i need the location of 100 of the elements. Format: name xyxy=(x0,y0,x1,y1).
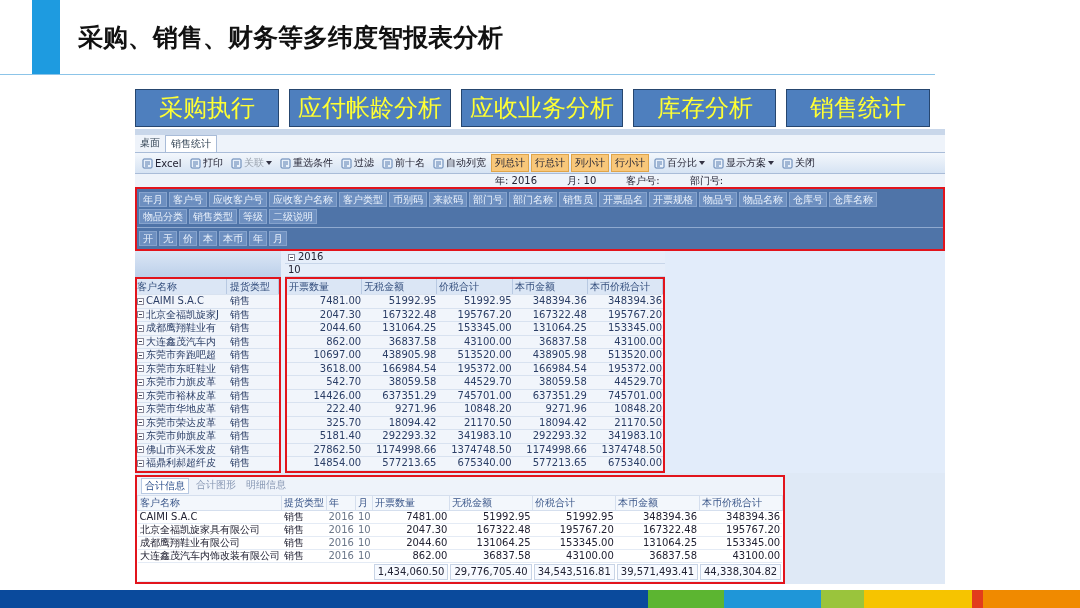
column-header[interactable]: 价税合计 xyxy=(437,279,513,294)
toolbar-button[interactable]: 过滤 xyxy=(337,155,377,171)
field-chip[interactable]: 应收客户名称 xyxy=(269,192,337,207)
collapse-icon[interactable] xyxy=(137,392,144,400)
collapse-icon[interactable] xyxy=(288,253,295,261)
tab[interactable]: 合计图形 xyxy=(193,477,239,494)
toolbar-button[interactable]: Excel xyxy=(139,156,185,170)
table-cell: 153345.00 xyxy=(532,536,616,549)
toolbar-button[interactable]: 重选条件 xyxy=(276,155,336,171)
field-chip[interactable]: 物品号 xyxy=(699,192,737,207)
table-cell: 大连鑫茂汽车内饰改装有限公司 xyxy=(137,549,282,562)
field-chip[interactable]: 客户号 xyxy=(169,192,207,207)
toolbar-button[interactable]: 自动列宽 xyxy=(429,155,489,171)
collapse-icon[interactable] xyxy=(137,419,144,427)
table-cell-text: 销售 xyxy=(229,308,251,321)
collapse-icon[interactable] xyxy=(137,432,144,440)
field-chip[interactable]: 应收客户号 xyxy=(209,192,267,207)
sheet-icon xyxy=(653,157,665,169)
field-chip[interactable]: 本 xyxy=(199,231,217,246)
field-chip[interactable]: 开票品名 xyxy=(599,192,647,207)
toolbar-button[interactable]: 显示方案 xyxy=(709,155,777,171)
field-chip[interactable]: 开 xyxy=(139,231,157,246)
field-chip[interactable]: 币别码 xyxy=(389,192,427,207)
field-chip[interactable]: 部门名称 xyxy=(509,192,557,207)
table-cell-text: 577213.65 xyxy=(531,457,588,470)
field-chip[interactable]: 无 xyxy=(159,231,177,246)
field-chip[interactable]: 等级 xyxy=(239,209,267,224)
slide-title: 采购、销售、财务等多纬度智报表分析 xyxy=(78,21,503,54)
tab[interactable]: 桌面 xyxy=(135,135,165,152)
row-field-header[interactable]: 提货类型 xyxy=(227,279,279,294)
collapse-icon[interactable] xyxy=(137,378,144,386)
toolbar-button[interactable]: 行总计 xyxy=(530,154,569,172)
table-cell-text: 153345.00 xyxy=(456,322,513,335)
field-chip[interactable]: 开票规格 xyxy=(649,192,697,207)
field-chip[interactable]: 月 xyxy=(269,231,287,246)
toolbar-button[interactable]: 列总计 xyxy=(490,154,529,172)
field-chip[interactable]: 价 xyxy=(179,231,197,246)
table-cell-text: 21170.50 xyxy=(613,416,663,429)
total-value: 34,543,516.81 xyxy=(533,563,615,580)
table-cell: 销售 xyxy=(281,549,327,562)
toolbar-button[interactable]: 百分比 xyxy=(650,155,708,171)
collapse-icon[interactable] xyxy=(137,297,144,305)
column-header[interactable]: 开票数量 xyxy=(287,279,363,294)
collapse-icon[interactable] xyxy=(137,311,144,319)
column-header[interactable]: 本币金额 xyxy=(512,279,588,294)
field-chip[interactable]: 仓库号 xyxy=(789,192,827,207)
table-cell: 成都鹰翔鞋业有限公司 xyxy=(137,536,282,549)
table-cell: CAIMI S.A.C xyxy=(137,510,282,523)
toolbar-button[interactable]: 关闭 xyxy=(778,155,818,171)
field-chip[interactable]: 部门号 xyxy=(469,192,507,207)
total-value: 1,434,060.50 xyxy=(373,563,449,580)
toolbar-button[interactable]: 行小计 xyxy=(610,154,649,172)
field-chip[interactable]: 物品分类 xyxy=(139,209,187,224)
collapse-icon[interactable] xyxy=(137,459,144,467)
field-chip[interactable]: 客户类型 xyxy=(339,192,387,207)
column-header[interactable]: 无税金额 xyxy=(362,279,438,294)
toolbar-button[interactable]: 列小计 xyxy=(570,154,609,172)
table-cell-text: 131064.25 xyxy=(531,322,588,335)
toolbar-button[interactable]: 打印 xyxy=(186,155,226,171)
collapse-icon[interactable] xyxy=(137,405,144,413)
tab[interactable]: 明细信息 xyxy=(243,477,289,494)
field-chip[interactable]: 销售类型 xyxy=(189,209,237,224)
field-chip[interactable]: 销售员 xyxy=(559,192,597,207)
field-chip[interactable]: 年月 xyxy=(139,192,167,207)
filter-text: 客户号: xyxy=(626,174,660,187)
table-cell-text: 675340.00 xyxy=(606,457,663,470)
field-chip[interactable]: 本币 xyxy=(219,231,247,246)
field-chip[interactable]: 二级说明 xyxy=(269,209,317,224)
table-cell-text: 577213.65 xyxy=(381,457,438,470)
row-field-header[interactable]: 客户名称 xyxy=(137,279,228,294)
collapse-icon[interactable] xyxy=(137,365,144,373)
tab[interactable]: 销售统计 xyxy=(165,135,217,152)
collapse-icon[interactable] xyxy=(137,446,144,454)
tab[interactable]: 合计信息 xyxy=(141,477,189,494)
table-cell: 10 xyxy=(355,549,373,562)
toolbar-button[interactable]: 前十名 xyxy=(378,155,428,171)
field-chip[interactable]: 年 xyxy=(249,231,267,246)
table-cell-text: 3618.00 xyxy=(318,362,363,375)
field-chip[interactable]: 仓库名称 xyxy=(829,192,877,207)
column-header: 本币价税合计 xyxy=(699,495,783,510)
collapse-icon[interactable] xyxy=(137,351,144,359)
caret-icon xyxy=(698,161,705,165)
field-chip[interactable]: 来款码 xyxy=(429,192,467,207)
table-cell-text: 1374748.50 xyxy=(600,443,663,456)
table-cell-text: 38059.58 xyxy=(387,376,438,389)
table-cell-text: 销售 xyxy=(229,389,251,402)
table-cell-text: 销售 xyxy=(229,376,251,389)
collapse-icon[interactable] xyxy=(137,338,144,346)
table-cell: 348394.36 xyxy=(615,510,699,523)
table-cell-text: 51992.95 xyxy=(387,295,438,308)
field-chip[interactable]: 物品名称 xyxy=(739,192,787,207)
column-header[interactable]: 本币价税合计 xyxy=(587,279,663,294)
collapse-icon[interactable] xyxy=(137,324,144,332)
table-cell: 167322.48 xyxy=(615,523,699,536)
table-cell-text: 18094.42 xyxy=(538,416,588,429)
table-cell-text: 1174998.66 xyxy=(374,443,438,456)
month-label: 10 xyxy=(285,264,665,277)
table-cell-text: 销售 xyxy=(229,295,251,308)
column-header: 年 xyxy=(326,495,356,510)
table-cell-text: 销售 xyxy=(229,416,251,429)
